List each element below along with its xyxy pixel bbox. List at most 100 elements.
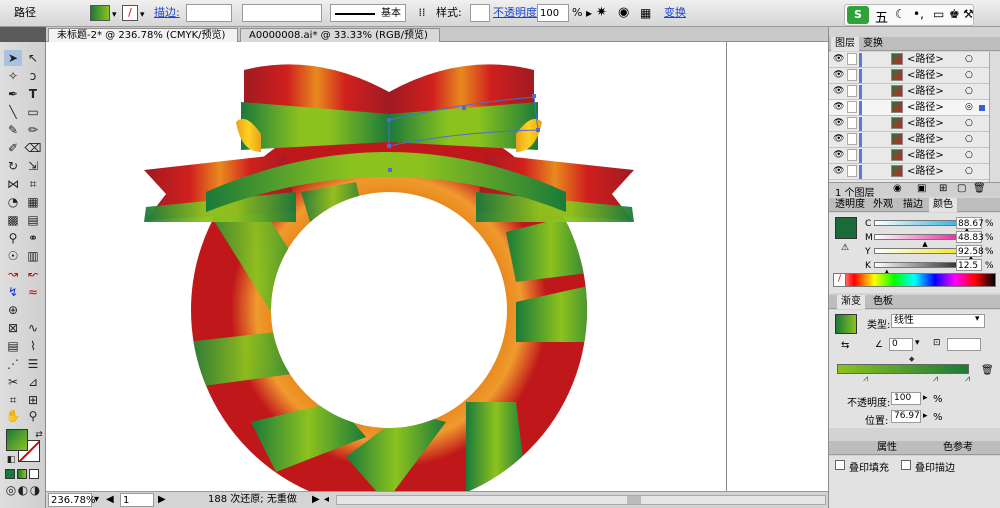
opacity-input[interactable]: 100 <box>537 4 569 22</box>
next-page-icon[interactable]: ▶ <box>158 493 166 507</box>
chevron-down-icon[interactable]: ▸ <box>923 411 928 421</box>
variable-width-field[interactable] <box>242 4 322 22</box>
arrow-icon[interactable]: ▸ <box>586 4 592 22</box>
gradient-location-input[interactable]: 76.97 <box>891 410 921 423</box>
layer-row[interactable]: 👁 <路径> ◎ <box>829 100 989 116</box>
align-icon[interactable]: ▦ <box>640 4 651 22</box>
brush-options-icon[interactable]: ⁞⁞ <box>414 4 430 22</box>
gradient-stop-icon[interactable]: ⩘ <box>965 374 970 384</box>
hand-tool-icon[interactable]: ✋ <box>4 408 22 424</box>
chevron-down-icon[interactable]: ▸ <box>923 393 928 403</box>
tab-transform[interactable]: 变换 <box>859 37 887 51</box>
visibility-eye-icon[interactable]: 👁 <box>833 132 844 147</box>
stroke-profile-select[interactable]: 基本 <box>330 4 406 22</box>
width-tool-icon[interactable]: ⋈ <box>4 176 22 192</box>
layer-name[interactable]: <路径> <box>907 116 944 131</box>
blend-tool-icon[interactable]: ⚭ <box>24 230 42 246</box>
status-menu-icon[interactable]: ▶ <box>312 493 320 507</box>
slice-tool-icon[interactable]: ▤ <box>4 338 22 354</box>
locate-object-icon[interactable]: ◉ <box>893 183 902 194</box>
measure-tool-icon[interactable]: ⊿ <box>24 374 42 390</box>
gradient-preview[interactable] <box>835 314 857 334</box>
type-tool-icon[interactable]: T <box>24 86 42 102</box>
rotate-tool-icon[interactable]: ↻ <box>4 158 22 174</box>
brush-tool-icon[interactable]: ⌇ <box>24 338 42 354</box>
tab-document-1[interactable]: 未标题-2* @ 236.78% (CMYK/预览) <box>48 28 238 42</box>
mesh-tool-icon[interactable]: ▩ <box>4 212 22 228</box>
custom-tool-icon[interactable]: ↯ <box>4 284 22 300</box>
target-circle-icon[interactable]: ○ <box>965 68 973 83</box>
free-transform-icon[interactable]: ⌗ <box>24 176 42 192</box>
lock-toggle[interactable] <box>847 165 857 177</box>
target-circle-icon[interactable]: ◎ <box>965 100 973 115</box>
lock-toggle[interactable] <box>847 53 857 65</box>
target-circle-icon[interactable]: ○ <box>965 132 973 147</box>
magic-wand-icon[interactable]: ✧ <box>4 68 22 84</box>
custom-tool-icon[interactable]: ↝ <box>4 266 22 282</box>
new-layer-icon[interactable]: ▢ <box>957 183 966 194</box>
lock-toggle[interactable] <box>847 85 857 97</box>
lasso-icon[interactable]: ↄ <box>24 68 42 84</box>
delete-layer-icon[interactable]: 🗑 <box>973 183 986 194</box>
selection-tool-icon[interactable]: ➤ <box>4 50 22 66</box>
opacity-link[interactable]: 不透明度: <box>493 4 541 22</box>
layer-name[interactable]: <路径> <box>907 132 944 147</box>
tab-appearance[interactable]: 外观 <box>869 198 897 212</box>
tab-transparency[interactable]: 透明度 <box>831 198 869 212</box>
chevron-down-icon[interactable]: ▾ <box>94 493 99 507</box>
new-sublayer-icon[interactable]: ⊞ <box>939 183 947 194</box>
drag-tool-icon[interactable]: ⊞ <box>24 392 42 408</box>
knife-tool-icon[interactable]: ✂ <box>4 374 22 390</box>
layer-name[interactable]: <路径> <box>907 52 944 67</box>
scroll-thumb[interactable] <box>627 496 641 504</box>
scale-tool-icon[interactable]: ⇲ <box>24 158 42 174</box>
layer-row[interactable]: 👁 <路径> ○ <box>829 148 989 164</box>
overprint-fill-checkbox[interactable] <box>835 460 845 470</box>
direct-selection-tool-icon[interactable]: ↖ <box>24 50 42 66</box>
layer-row[interactable]: 👁 <路径> ○ <box>829 116 989 132</box>
recolor-icon[interactable]: ✷ <box>596 4 607 22</box>
visibility-eye-icon[interactable]: 👁 <box>833 84 844 99</box>
layer-row[interactable]: 👁 <路径> ○ <box>829 164 989 180</box>
chevron-down-icon[interactable]: ▾ <box>140 6 145 24</box>
isolate-icon[interactable]: ◉ <box>618 4 629 22</box>
gradient-opacity-input[interactable]: 100 <box>891 392 921 405</box>
gradient-mode-button[interactable] <box>17 469 27 479</box>
layer-row[interactable]: 👁 <路径> ○ <box>829 68 989 84</box>
visibility-eye-icon[interactable]: 👁 <box>833 100 844 115</box>
fill-color-box[interactable] <box>6 429 28 451</box>
tab-color-guide[interactable]: 色参考 <box>939 441 977 455</box>
layer-row[interactable]: 👁 <路径> ○ <box>829 132 989 148</box>
chevron-down-icon[interactable]: ▾ <box>975 314 980 324</box>
none-mode-button[interactable] <box>29 469 39 479</box>
lock-toggle[interactable] <box>847 133 857 145</box>
pencil-icon[interactable]: ✏ <box>24 122 42 138</box>
tab-layers[interactable]: 图层 <box>831 37 859 51</box>
layer-name[interactable]: <路径> <box>907 84 944 99</box>
keyboard-icon[interactable]: ▭ <box>933 7 944 21</box>
layer-name[interactable]: <路径> <box>907 68 944 83</box>
tab-document-2[interactable]: A0000008.ai* @ 33.33% (RGB/预览) <box>240 28 440 42</box>
aspect-ratio-input[interactable] <box>947 338 981 351</box>
stroke-link[interactable]: 描边: <box>154 4 180 22</box>
pen-tool-icon[interactable]: ✒ <box>4 86 22 102</box>
visibility-eye-icon[interactable]: 👁 <box>833 164 844 179</box>
visibility-eye-icon[interactable]: 👁 <box>833 148 844 163</box>
gradient-slider[interactable] <box>837 364 969 374</box>
eraser-icon[interactable]: ⌫ <box>24 140 42 156</box>
channel-value[interactable]: 92.58 <box>956 245 984 257</box>
blob-brush-icon[interactable]: ✐ <box>4 140 22 156</box>
symbol-sprayer-icon[interactable]: ☉ <box>4 248 22 264</box>
stroke-none-icon[interactable]: / <box>122 5 138 21</box>
zoom-field[interactable]: 236.78% <box>48 493 96 507</box>
gradient-tool-icon[interactable]: ▤ <box>24 212 42 228</box>
skin-icon[interactable]: ♚ <box>949 7 960 21</box>
first-page-icon[interactable]: ◀ <box>106 493 114 507</box>
channel-value[interactable]: 12.5 <box>956 259 982 271</box>
angle-input[interactable]: 0 <box>889 338 913 351</box>
chevron-down-icon[interactable]: ▾ <box>112 6 117 24</box>
artboard-canvas[interactable] <box>46 42 828 491</box>
globe-icon[interactable]: ⊕ <box>4 302 22 318</box>
layer-name[interactable]: <路径> <box>907 164 944 179</box>
target-circle-icon[interactable]: ○ <box>965 84 973 99</box>
